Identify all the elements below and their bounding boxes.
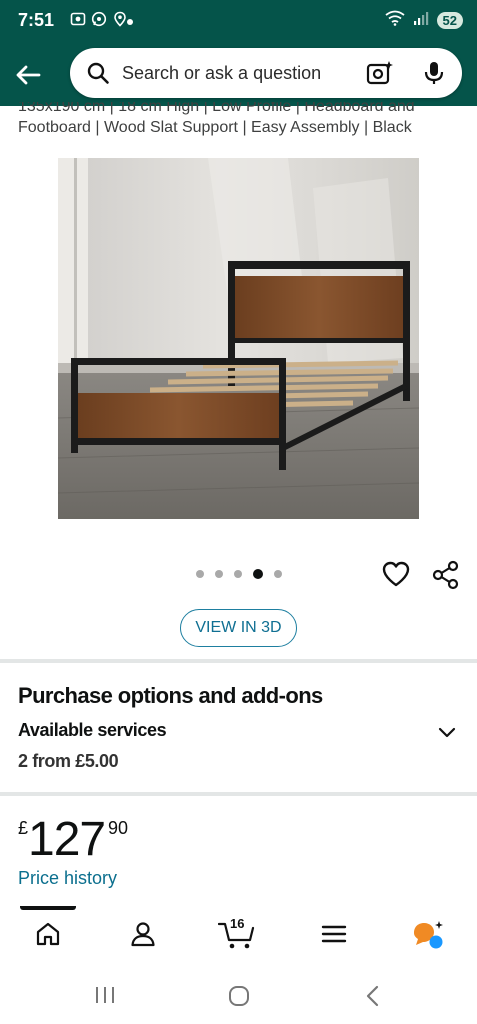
available-services-label[interactable]: Available services [18,720,167,741]
services-count[interactable]: 2 from £5.00 [18,751,119,772]
heart-icon [382,561,410,587]
signal-icon [413,10,429,31]
section-divider [0,659,477,663]
services-expand-button[interactable] [436,722,458,749]
system-back-button[interactable] [364,984,382,1013]
menu-icon [321,925,347,943]
wifi-icon [384,10,405,31]
home-circle-icon [229,986,249,1006]
back-arrow-icon [16,65,41,85]
carousel-dot-active[interactable] [253,569,263,579]
purchase-options-heading: Purchase options and add-ons [18,683,323,708]
carousel-dot[interactable] [196,570,204,578]
home-icon [36,922,60,946]
view-in-3d-button[interactable]: VIEW IN 3D [180,609,297,647]
rufus-tab[interactable] [412,920,446,955]
add-to-wishlist-button[interactable] [381,560,411,593]
account-icon [131,922,155,947]
home-tab[interactable] [34,920,62,953]
recents-icon [96,987,114,1003]
menu-tab[interactable] [320,920,348,953]
back-button[interactable] [12,58,46,92]
share-button[interactable] [431,560,461,595]
search-header: Search or ask a question [0,44,477,106]
screen-record-icon [70,11,86,31]
battery-indicator: 52 [436,12,463,29]
carousel-dot[interactable] [274,570,282,578]
search-input[interactable]: Search or ask a question [70,48,462,98]
product-title-line-1: 135x190 cm | 18 cm High | Low Profile | … [18,102,415,115]
camera-lens-icon[interactable] [366,60,394,91]
bottom-navigation: 16 [0,906,477,968]
account-tab[interactable] [129,920,157,953]
search-icon [86,61,110,90]
rufus-icon [414,921,443,949]
image-carousel-dots[interactable] [196,569,282,579]
system-navigation-bar [0,968,477,1024]
product-title-line-2: Footboard | Wood Slat Support | Easy Ass… [18,119,412,136]
product-title: 135x190 cm | 18 cm High | Low Profile | … [18,102,463,146]
status-bar: 7:51 52 [0,0,477,44]
cart-count: 16 [230,916,245,931]
carousel-dot[interactable] [215,570,223,578]
back-chevron-icon [366,985,379,1007]
price-whole: 127 [28,813,106,866]
status-icons [70,11,128,31]
active-tab-indicator [20,906,76,910]
share-icon [432,560,459,590]
recent-apps-button[interactable] [94,985,116,1010]
notification-dot [127,19,133,25]
price-history-link[interactable]: Price history [18,868,117,889]
whatsapp-icon [91,11,107,31]
cart-tab[interactable]: 16 [217,916,256,955]
price-currency: £ [18,818,29,838]
carousel-dot[interactable] [234,570,242,578]
section-divider [0,792,477,796]
microphone-icon[interactable] [423,60,445,91]
status-time: 7:51 [18,10,55,30]
system-home-button[interactable] [227,984,251,1013]
product-image[interactable] [57,158,420,519]
chevron-down-icon [438,727,456,738]
status-right: 52 [384,10,463,31]
location-icon [112,11,128,31]
price-fraction: 90 [108,818,129,838]
search-placeholder: Search or ask a question [122,63,322,83]
